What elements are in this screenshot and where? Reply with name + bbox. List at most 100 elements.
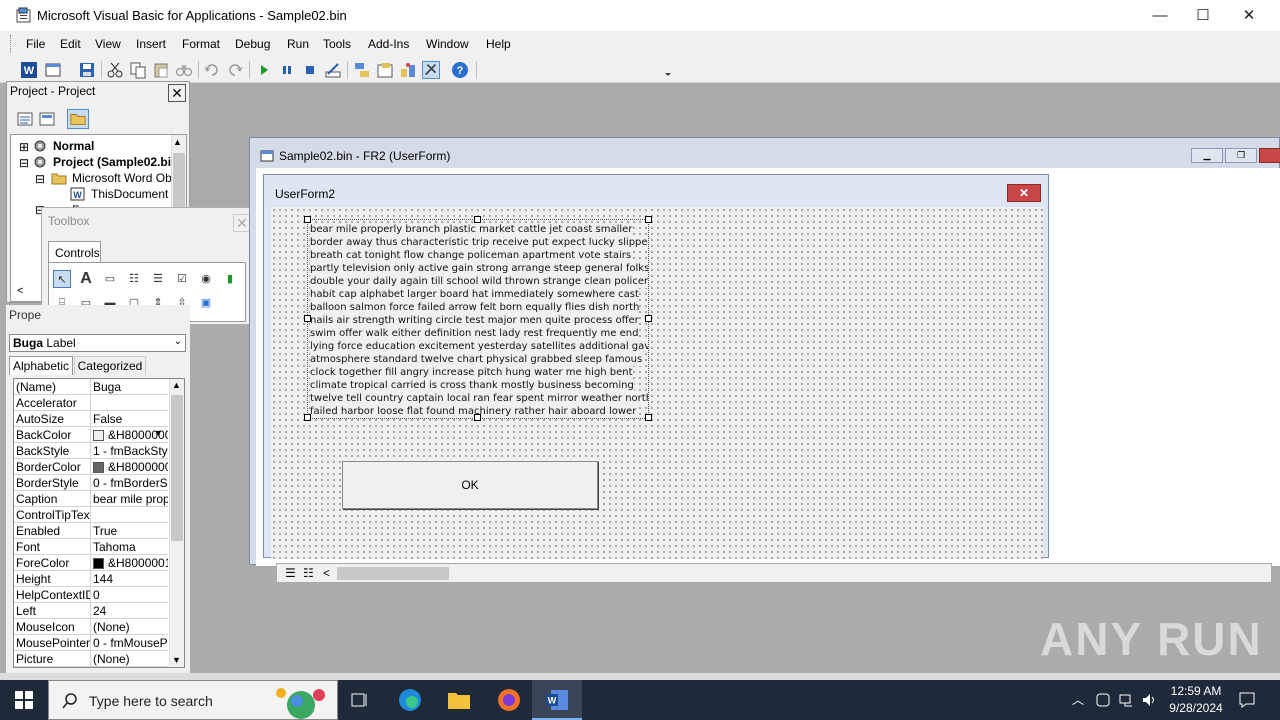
userform-close-button[interactable]: ✕ bbox=[1007, 184, 1041, 202]
label-control-buga[interactable]: bear mile properly branch plastic market… bbox=[307, 219, 649, 419]
collapse-icon[interactable]: ⊟ bbox=[19, 156, 29, 170]
property-value[interactable] bbox=[90, 507, 168, 523]
reset-icon[interactable] bbox=[301, 61, 319, 79]
property-value[interactable]: 0 bbox=[90, 587, 168, 603]
property-value[interactable]: bear mile prope bbox=[90, 491, 168, 507]
view-code-icon[interactable] bbox=[16, 110, 34, 128]
procedure-view-icon[interactable]: ☰ bbox=[285, 566, 296, 580]
cut-icon[interactable] bbox=[106, 61, 124, 79]
property-row[interactable]: BorderStyle 0 - fmBorderSty bbox=[14, 475, 168, 491]
save-icon[interactable] bbox=[78, 61, 96, 79]
property-row[interactable]: AutoSize False bbox=[14, 411, 168, 427]
scroll-up-icon[interactable]: ▲ bbox=[172, 380, 181, 390]
project-panel-close-button[interactable]: ✕ bbox=[168, 84, 186, 102]
property-value[interactable]: (None) bbox=[90, 651, 168, 667]
resize-handle[interactable] bbox=[645, 315, 652, 322]
run-icon[interactable] bbox=[255, 61, 273, 79]
property-row[interactable]: (Name) Buga bbox=[14, 379, 168, 395]
property-row[interactable]: Height 144 bbox=[14, 571, 168, 587]
edge-browser-icon[interactable] bbox=[398, 688, 422, 712]
windows-start-icon[interactable] bbox=[0, 680, 48, 720]
scroll-down-icon[interactable]: ▼ bbox=[172, 655, 181, 665]
property-row[interactable]: Caption bear mile prope bbox=[14, 491, 168, 507]
toggle-folders-icon[interactable] bbox=[67, 109, 89, 129]
resize-handle[interactable] bbox=[474, 414, 481, 421]
property-row[interactable]: ControlTipText bbox=[14, 507, 168, 523]
menu-add-ins[interactable]: Add-Ins bbox=[368, 37, 409, 51]
resize-handle[interactable] bbox=[474, 216, 481, 223]
resize-handle[interactable] bbox=[645, 414, 652, 421]
property-value[interactable]: 0 - fmMousePoi bbox=[90, 635, 168, 651]
menu-edit[interactable]: Edit bbox=[60, 37, 81, 51]
menu-tools[interactable]: Tools bbox=[323, 37, 351, 51]
property-value-color[interactable]: &H8000000 bbox=[90, 459, 168, 475]
firefox-icon[interactable] bbox=[497, 688, 521, 712]
property-value[interactable]: Tahoma bbox=[90, 539, 168, 555]
userform-client-area[interactable]: bear mile properly branch plastic market… bbox=[271, 207, 1043, 559]
child-minimize-button[interactable]: ▁ bbox=[1191, 148, 1223, 163]
resize-handle[interactable] bbox=[304, 216, 311, 223]
property-row[interactable]: Font Tahoma bbox=[14, 539, 168, 555]
property-row[interactable]: MouseIcon (None) bbox=[14, 619, 168, 635]
task-view-icon[interactable] bbox=[350, 691, 370, 709]
minimize-button[interactable]: — bbox=[1137, 0, 1183, 31]
child-restore-button[interactable]: ❐ bbox=[1225, 148, 1257, 163]
full-module-view-icon[interactable]: ☷ bbox=[303, 566, 314, 580]
maximize-button[interactable]: ☐ bbox=[1180, 0, 1226, 31]
notification-icon[interactable] bbox=[1238, 691, 1256, 709]
togglebutton-tool-icon[interactable]: ▮ bbox=[221, 270, 239, 288]
property-row[interactable]: Picture (None) bbox=[14, 651, 168, 667]
optionbutton-tool-icon[interactable]: ◉ bbox=[197, 270, 215, 288]
word-taskbar-button[interactable]: W bbox=[532, 680, 582, 720]
property-value[interactable]: 24 bbox=[90, 603, 168, 619]
project-explorer-icon[interactable] bbox=[353, 61, 371, 79]
child-close-button[interactable] bbox=[1259, 148, 1280, 163]
break-icon[interactable] bbox=[278, 61, 296, 79]
property-grid-scrollbar-thumb[interactable] bbox=[171, 395, 183, 541]
copy-icon[interactable] bbox=[129, 61, 147, 79]
property-value[interactable]: True bbox=[90, 523, 168, 539]
taskbar-clock[interactable]: 12:59 AM 9/28/2024 bbox=[1157, 683, 1235, 717]
tree-item-thisdocument[interactable]: ThisDocument bbox=[91, 187, 168, 201]
design-mode-icon[interactable] bbox=[324, 61, 342, 79]
select-objects-icon[interactable]: ↖ bbox=[53, 270, 71, 288]
tree-item-project[interactable]: Project (Sample02.bi bbox=[53, 155, 171, 169]
menu-view[interactable]: View bbox=[95, 37, 121, 51]
taskbar-search-box[interactable]: Type here to search bbox=[48, 680, 338, 720]
view-object-icon[interactable] bbox=[38, 110, 56, 128]
property-row[interactable]: Enabled True bbox=[14, 523, 168, 539]
property-row[interactable]: ForeColor &H8000001 bbox=[14, 555, 168, 571]
code-scrollbar-thumb[interactable] bbox=[337, 567, 449, 580]
scroll-left-icon[interactable]: < bbox=[323, 566, 330, 580]
scroll-up-icon[interactable]: ▲ bbox=[173, 137, 182, 147]
property-row[interactable]: BackColor &H8000000 ▼ bbox=[14, 427, 168, 443]
find-icon[interactable] bbox=[175, 61, 193, 79]
property-value[interactable]: 144 bbox=[90, 571, 168, 587]
property-row[interactable]: Accelerator bbox=[14, 395, 168, 411]
menu-debug[interactable]: Debug bbox=[235, 37, 270, 51]
toolbox-icon[interactable] bbox=[422, 61, 440, 79]
toolbox-tab-controls[interactable]: Controls bbox=[48, 241, 101, 263]
expand-icon[interactable]: ⊞ bbox=[19, 140, 29, 154]
chevron-up-icon[interactable]: ︿ bbox=[1072, 691, 1084, 708]
meet-now-icon[interactable] bbox=[1095, 692, 1111, 708]
property-row[interactable]: BackStyle 1 - fmBackStyle bbox=[14, 443, 168, 459]
property-row[interactable]: Left 24 bbox=[14, 603, 168, 619]
close-button[interactable]: ✕ bbox=[1226, 0, 1272, 31]
menu-help[interactable]: Help bbox=[486, 37, 511, 51]
property-value-color[interactable]: &H8000001 bbox=[90, 555, 168, 571]
menu-grip[interactable] bbox=[10, 35, 13, 53]
property-row[interactable]: HelpContextID 0 bbox=[14, 587, 168, 603]
tree-item-word-objects[interactable]: Microsoft Word Obje bbox=[72, 171, 181, 185]
help-icon[interactable]: ? bbox=[451, 61, 469, 79]
property-value[interactable]: 1 - fmBackStyle bbox=[90, 443, 168, 459]
property-row[interactable]: MousePointer0 - fmMousePoi bbox=[14, 635, 168, 651]
menu-format[interactable]: Format bbox=[182, 37, 220, 51]
menu-run[interactable]: Run bbox=[287, 37, 309, 51]
property-row[interactable]: BorderColor &H8000000 bbox=[14, 459, 168, 475]
chevron-down-icon[interactable]: ⌄ bbox=[174, 336, 182, 347]
redo-icon[interactable] bbox=[226, 61, 244, 79]
checkbox-tool-icon[interactable]: ☑ bbox=[173, 270, 191, 288]
label-tool-icon[interactable]: A bbox=[77, 270, 95, 288]
property-value[interactable]: False bbox=[90, 411, 168, 427]
